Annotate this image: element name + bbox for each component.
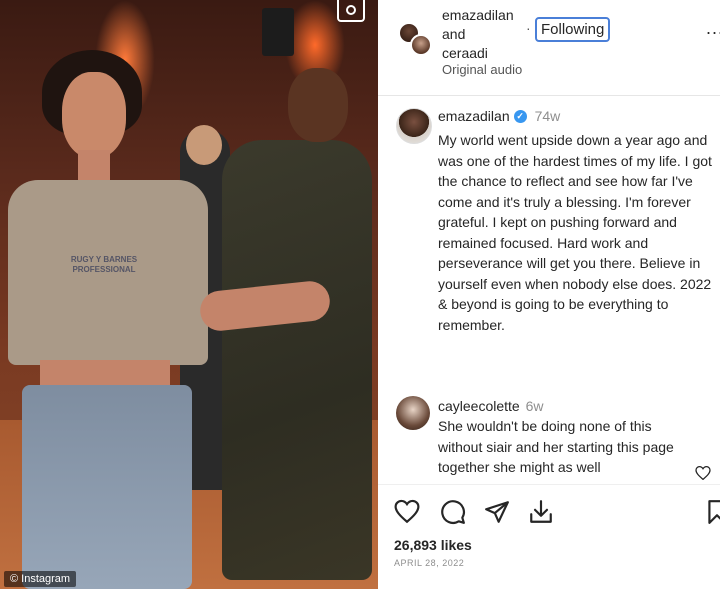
comment-username[interactable]: cayleecolette <box>438 398 520 414</box>
action-bar: 26,893 likes APRIL 28, 2022 <box>378 484 720 588</box>
man-head <box>288 68 348 142</box>
comment-text: She wouldn't be doing none of this witho… <box>438 418 674 475</box>
caption-username[interactable]: emazadilan <box>438 108 510 124</box>
post-panel: emazadilan and ceraadi Original audio · … <box>378 0 720 589</box>
man-figure <box>222 140 372 580</box>
bookmark-icon[interactable] <box>704 499 720 525</box>
collab-names: emazadilan and ceraadi <box>442 6 514 63</box>
comment-icon[interactable] <box>440 499 466 525</box>
post-date: APRIL 28, 2022 <box>394 558 465 568</box>
camera-icon[interactable] <box>337 0 365 22</box>
avatar[interactable] <box>396 396 430 430</box>
heart-icon[interactable] <box>695 466 711 480</box>
audio-label[interactable]: Original audio <box>442 62 522 77</box>
download-icon[interactable] <box>528 499 554 525</box>
caption-text: My world went upside down a year ago and… <box>438 132 712 333</box>
shirt-print: RUGY Y BARNES PROFESSIONAL <box>70 255 138 274</box>
collab-avatar[interactable] <box>398 22 432 56</box>
woman-jeans <box>22 385 192 589</box>
speaker <box>262 8 294 56</box>
following-button[interactable]: Following <box>535 17 611 42</box>
heart-icon[interactable] <box>394 499 420 525</box>
image-credit: © Instagram <box>4 571 77 587</box>
post-media[interactable]: RUGY Y BARNES PROFESSIONAL © Instagram <box>0 0 378 589</box>
background-dancer-head <box>186 125 222 165</box>
conjunction: and <box>442 26 466 42</box>
username-link[interactable]: ceraadi <box>442 44 514 63</box>
post-header: emazadilan and ceraadi Original audio · … <box>378 0 720 96</box>
avatar[interactable] <box>396 108 432 144</box>
likes-count[interactable]: 26,893 likes <box>394 537 472 553</box>
more-options-icon[interactable]: ... <box>706 18 720 39</box>
separator-dot: · <box>526 20 531 36</box>
woman-head <box>62 72 126 158</box>
caption-timestamp[interactable]: 74w <box>535 108 561 124</box>
comment-timestamp[interactable]: 6w <box>526 398 544 414</box>
share-icon[interactable] <box>484 499 510 525</box>
woman-midriff <box>40 360 170 388</box>
username-link[interactable]: emazadilan <box>442 6 514 25</box>
verified-badge-icon: ✓ <box>513 109 527 123</box>
